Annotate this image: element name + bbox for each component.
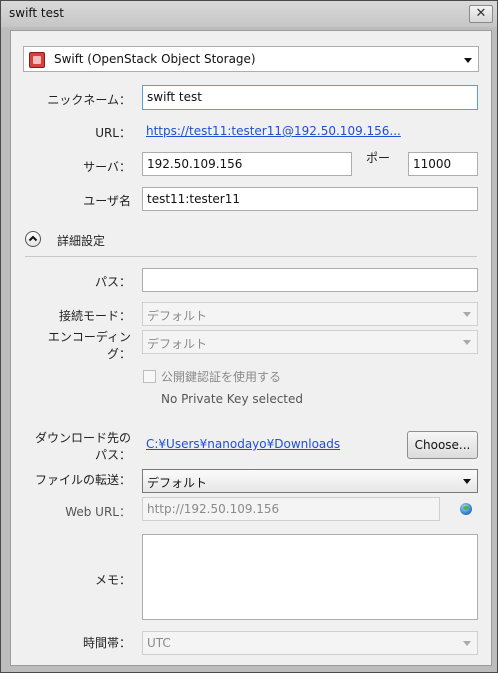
file-transfer-label: ファイルの転送：: [34, 473, 131, 487]
memo-label: メモ：: [94, 573, 131, 587]
nickname-label: ニックネーム：: [47, 93, 131, 107]
timezone-select[interactable]: UTC: [142, 631, 478, 655]
service-select-value: Swift (OpenStack Object Storage): [54, 52, 256, 66]
swift-service-icon: [29, 52, 45, 68]
window-title: swift test: [9, 6, 64, 20]
chevron-down-icon: [464, 58, 472, 63]
connection-mode-label: 接続モード：: [58, 309, 131, 323]
choose-button[interactable]: Choose...: [407, 431, 478, 459]
close-button[interactable]: ✕: [469, 5, 493, 23]
path-input[interactable]: [142, 268, 478, 292]
chevron-down-icon: [463, 641, 471, 646]
service-select[interactable]: Swift (OpenStack Object Storage): [23, 46, 479, 72]
advanced-settings-label: 詳細設定: [57, 234, 106, 248]
encoding-value: デフォルト: [147, 337, 208, 351]
username-input[interactable]: test11:tester11: [142, 187, 478, 211]
web-url-input[interactable]: http://192.50.109.156: [142, 497, 440, 521]
private-key-status: No Private Key selected: [161, 392, 304, 406]
encoding-select[interactable]: デフォルト: [142, 330, 478, 354]
url-label: URL：: [95, 126, 131, 140]
dialog-window: swift test ✕ Swift (OpenStack Object Sto…: [0, 0, 498, 673]
download-path-label-line1: ダウンロード先の: [34, 431, 131, 445]
encoding-label-line2: グ：: [106, 347, 131, 361]
advanced-settings-toggle[interactable]: 詳細設定: [25, 230, 145, 250]
section-divider: [25, 256, 477, 257]
port-input[interactable]: 11000: [408, 152, 478, 176]
globe-icon[interactable]: [460, 503, 472, 515]
encoding-label-line1: エンコーディン: [47, 330, 131, 344]
file-transfer-select[interactable]: デフォルト: [142, 469, 478, 493]
dialog-body: Swift (OpenStack Object Storage) ニックネーム：…: [10, 30, 492, 666]
server-input[interactable]: 192.50.109.156: [142, 152, 352, 176]
pubkey-label: 公開鍵認証を使用する: [161, 370, 282, 384]
download-path-label-line2: パス：: [94, 448, 131, 462]
download-path-link[interactable]: C:¥Users¥nanodayo¥Downloads: [146, 437, 340, 451]
chevron-down-icon: [463, 312, 471, 317]
chevron-down-icon: [463, 340, 471, 345]
username-label: ユーザ名: [83, 194, 131, 208]
timezone-value: UTC: [147, 636, 171, 650]
chevron-down-icon: [463, 479, 471, 484]
pubkey-checkbox[interactable]: [143, 370, 156, 383]
collapse-chevron-icon: [25, 231, 41, 247]
nickname-input[interactable]: swift test: [142, 85, 478, 110]
title-bar[interactable]: swift test ✕: [1, 1, 497, 27]
server-label: サーバ：: [83, 160, 131, 174]
connection-mode-select[interactable]: デフォルト: [142, 302, 478, 326]
file-transfer-value: デフォルト: [147, 476, 208, 490]
path-label: パス：: [94, 275, 131, 289]
port-label: ポー: [366, 151, 391, 165]
timezone-label: 時間帯：: [82, 636, 131, 650]
web-url-label: Web URL：: [65, 505, 131, 519]
url-link[interactable]: https://test11:tester11@192.50.109.156..…: [146, 124, 401, 138]
memo-textarea[interactable]: [142, 534, 478, 620]
connection-mode-value: デフォルト: [147, 309, 208, 323]
